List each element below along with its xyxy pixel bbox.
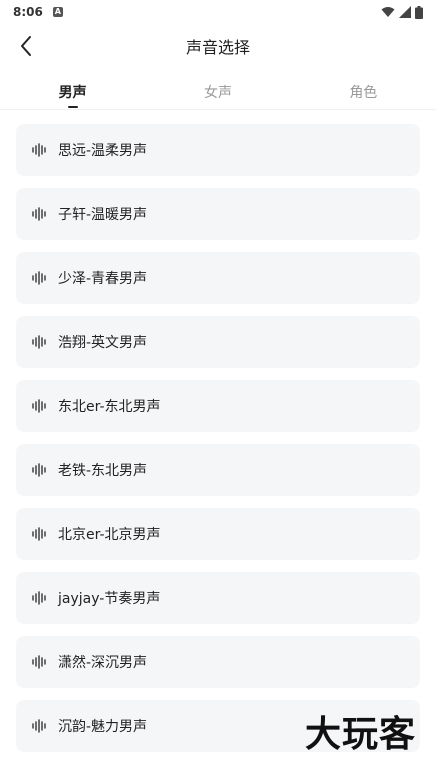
voice-label: 东北er-东北男声	[58, 399, 161, 415]
waveform-icon	[32, 207, 46, 221]
tab-label: 女声	[203, 85, 232, 101]
voice-item[interactable]: 东北er-东北男声	[16, 380, 420, 432]
waveform-icon	[32, 399, 46, 413]
notification-a-icon: A	[52, 7, 63, 17]
voice-item[interactable]: 老铁-东北男声	[16, 444, 420, 496]
voice-item[interactable]: 少泽-青春男声	[16, 252, 420, 304]
tab-label: 男声	[58, 85, 87, 101]
waveform-icon	[32, 335, 46, 349]
battery-icon	[415, 5, 423, 19]
watermark-logo: 大玩客	[304, 713, 416, 755]
voice-item[interactable]: jayjay-节奏男声	[16, 572, 420, 624]
voice-label: 老铁-东北男声	[58, 463, 148, 479]
voice-label: 少泽-青春男声	[58, 271, 148, 287]
active-tab-indicator	[67, 106, 78, 108]
voice-tabs: 男声 女声 角色	[0, 72, 436, 110]
status-bar: 8:06 A	[0, 0, 436, 24]
voice-label: 子轩-温暖男声	[58, 207, 148, 223]
tab-character[interactable]: 角色	[291, 72, 436, 109]
voice-label: 沉韵-魅力男声	[58, 719, 148, 735]
voice-item[interactable]: 浩翔-英文男声	[16, 316, 420, 368]
back-button[interactable]	[10, 30, 42, 62]
voice-label: 浩翔-英文男声	[58, 335, 148, 351]
chevron-left-icon	[21, 36, 31, 56]
waveform-icon	[32, 719, 46, 733]
tab-male[interactable]: 男声	[0, 72, 145, 109]
tab-female[interactable]: 女声	[145, 72, 290, 109]
header: 声音选择	[0, 24, 436, 68]
waveform-icon	[32, 463, 46, 477]
wifi-icon	[381, 7, 395, 17]
voice-item[interactable]: 北京er-北京男声	[16, 508, 420, 560]
waveform-icon	[32, 591, 46, 605]
voice-label: jayjay-节奏男声	[58, 591, 161, 607]
voice-label: 潇然-深沉男声	[58, 655, 148, 671]
waveform-icon	[32, 655, 46, 669]
voice-item[interactable]: 思远-温柔男声	[16, 124, 420, 176]
status-time: 8:06	[13, 5, 43, 19]
signal-icon	[399, 6, 411, 18]
tab-label: 角色	[349, 85, 378, 101]
voice-list: 思远-温柔男声 子轩-温暖男声 少泽-青春男声 浩翔-英文男声 东北er-东北男…	[16, 124, 420, 764]
voice-item[interactable]: 子轩-温暖男声	[16, 188, 420, 240]
voice-label: 北京er-北京男声	[58, 527, 161, 543]
page-title: 声音选择	[185, 38, 250, 57]
waveform-icon	[32, 527, 46, 541]
waveform-icon	[32, 271, 46, 285]
voice-item[interactable]: 潇然-深沉男声	[16, 636, 420, 688]
waveform-icon	[32, 143, 46, 157]
status-icons	[381, 5, 423, 19]
voice-label: 思远-温柔男声	[58, 143, 148, 159]
